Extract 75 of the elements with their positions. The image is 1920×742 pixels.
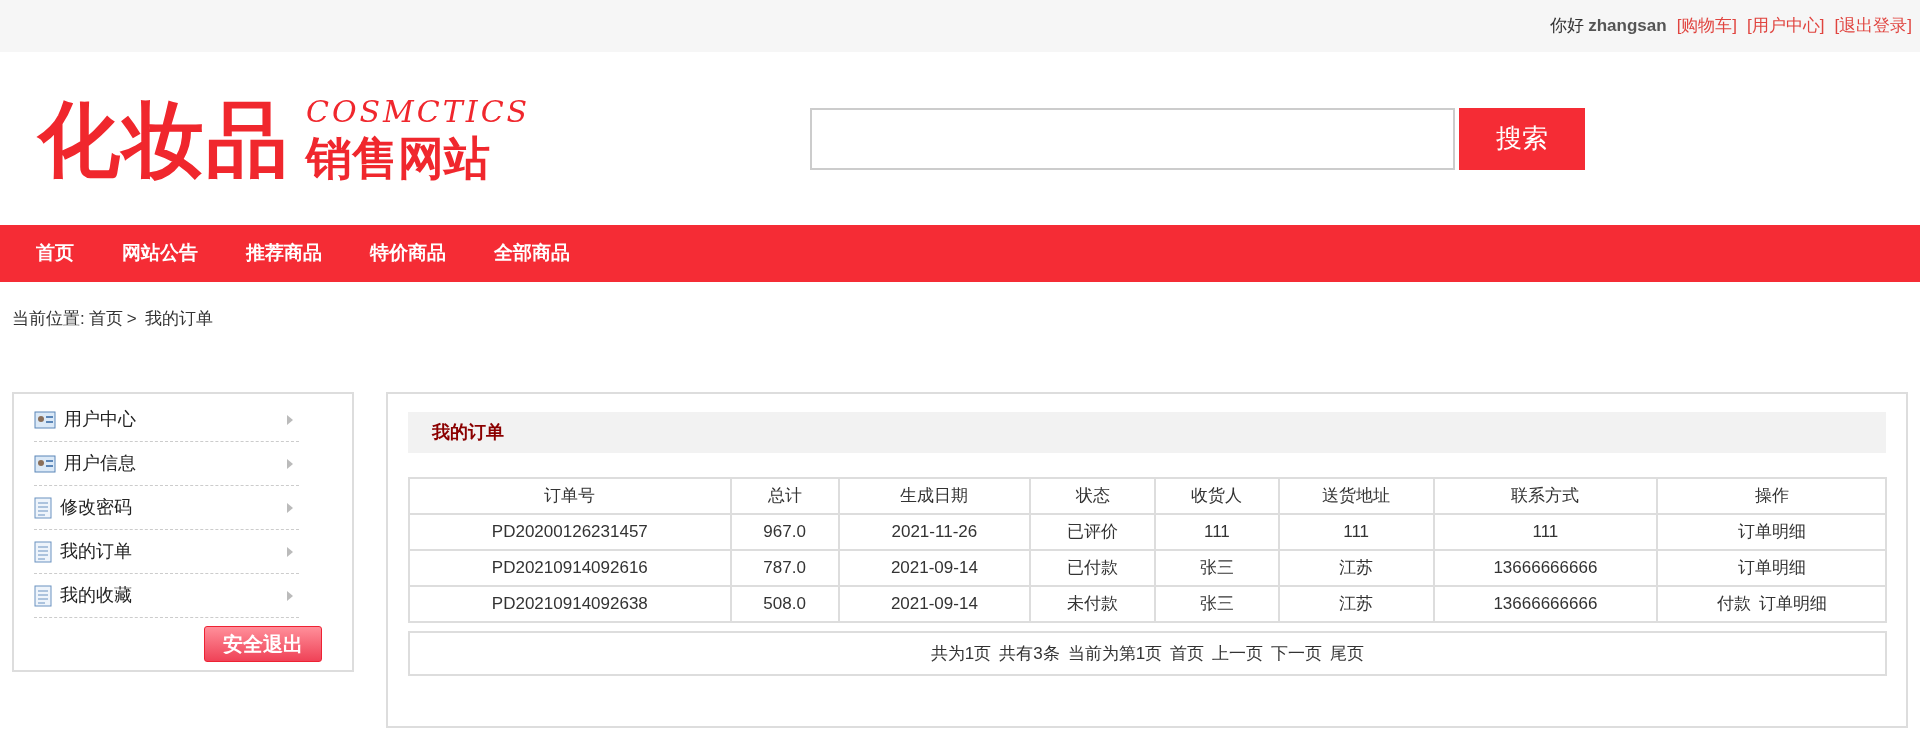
chevron-icon [285,545,295,558]
username: zhangsan [1588,15,1667,38]
table-cell: 111 [1155,514,1279,550]
column-header: 联系方式 [1433,478,1658,514]
column-header: 送货地址 [1278,478,1434,514]
pagination-link[interactable]: 尾页 [1330,640,1365,667]
sidebar-item[interactable]: 用户信息 [34,442,299,486]
table-cell: 已付款 [1030,550,1155,586]
table-cell: PD20210914092638 [409,586,731,622]
document-icon [34,540,52,563]
chevron-icon [285,457,295,470]
logo-subtitle: 销售网站 [306,134,491,181]
pagination-link[interactable]: 首页 [1170,640,1205,667]
breadcrumb-separator: > [126,309,137,328]
action-link[interactable]: 订单明细 [1737,558,1806,578]
document-icon [34,584,52,607]
pagination-info: 共为1页 [930,642,992,665]
breadcrumb-current: 我的订单 [144,309,213,328]
chevron-icon [285,413,295,426]
column-header: 订单号 [409,478,731,514]
top-link[interactable]: [退出登录] [1834,13,1912,39]
action-link[interactable]: 订单明细 [1737,522,1806,542]
search-field[interactable] [810,107,1455,170]
column-header: 操作 [1657,478,1886,514]
table-cell: 江苏 [1278,586,1434,622]
search-button[interactable]: 搜索 [1459,107,1585,170]
pagination-link[interactable]: 上一页 [1212,640,1264,667]
pagination-info: 当前为第1页 [1067,642,1163,665]
table-cell: 2021-09-14 [838,586,1031,622]
document-icon [34,496,52,519]
table-cell: 江苏 [1278,550,1434,586]
table-cell: 未付款 [1030,586,1155,622]
logo-english: COSMCTICS [306,96,531,127]
panel-title: 我的订单 [432,421,504,444]
action-link[interactable]: 订单明细 [1758,594,1827,614]
sidebar-item[interactable]: 我的订单 [34,530,299,574]
table-cell: 787.0 [730,550,839,586]
column-header: 生成日期 [838,478,1031,514]
nav-link-item[interactable]: 推荐商品 [246,239,322,268]
logo-title: 化妆品 [38,98,290,181]
table-cell: 111 [1433,514,1658,550]
table-cell: 111 [1278,514,1434,550]
table-cell: 13666666666 [1433,586,1658,622]
greeting-text: 你好 [1550,15,1585,38]
table-cell: 13666666666 [1433,550,1658,586]
top-link[interactable]: [购物车] [1676,13,1738,39]
action-link[interactable]: 付款 [1716,594,1751,614]
sidebar-item[interactable]: 我的收藏 [34,574,299,618]
id-card-icon [34,454,56,473]
id-card-icon [34,410,56,429]
nav-link-item[interactable]: 特价商品 [370,239,446,268]
sidebar-item[interactable]: 修改密码 [34,486,299,530]
table-cell: 张三 [1155,586,1279,622]
nav-link-item[interactable]: 网站公告 [122,239,198,268]
column-header: 收货人 [1155,478,1279,514]
table-cell: 已评价 [1030,514,1155,550]
pagination-link[interactable]: 下一页 [1271,640,1323,667]
table-cell: 967.0 [730,514,839,550]
table-cell: 2021-09-14 [838,550,1031,586]
sidebar-item[interactable]: 用户中心 [34,398,299,442]
column-header: 状态 [1030,478,1155,514]
table-cell: PD20200126231457 [409,514,731,550]
table-cell: 2021-11-26 [838,514,1031,550]
chevron-icon [285,501,295,514]
column-header: 总计 [730,478,839,514]
table-cell: PD20210914092616 [409,550,731,586]
table-cell: 张三 [1155,550,1279,586]
breadcrumb-label: 当前位置: [12,309,85,328]
pagination-info: 共有3条 [999,642,1060,665]
chevron-icon [285,589,295,602]
nav-link-item[interactable]: 全部商品 [494,239,570,268]
top-link[interactable]: [用户中心] [1747,13,1825,39]
nav-link-item[interactable]: 首页 [36,239,74,268]
table-cell: 508.0 [730,586,839,622]
breadcrumb-link[interactable]: 首页 [88,309,123,328]
